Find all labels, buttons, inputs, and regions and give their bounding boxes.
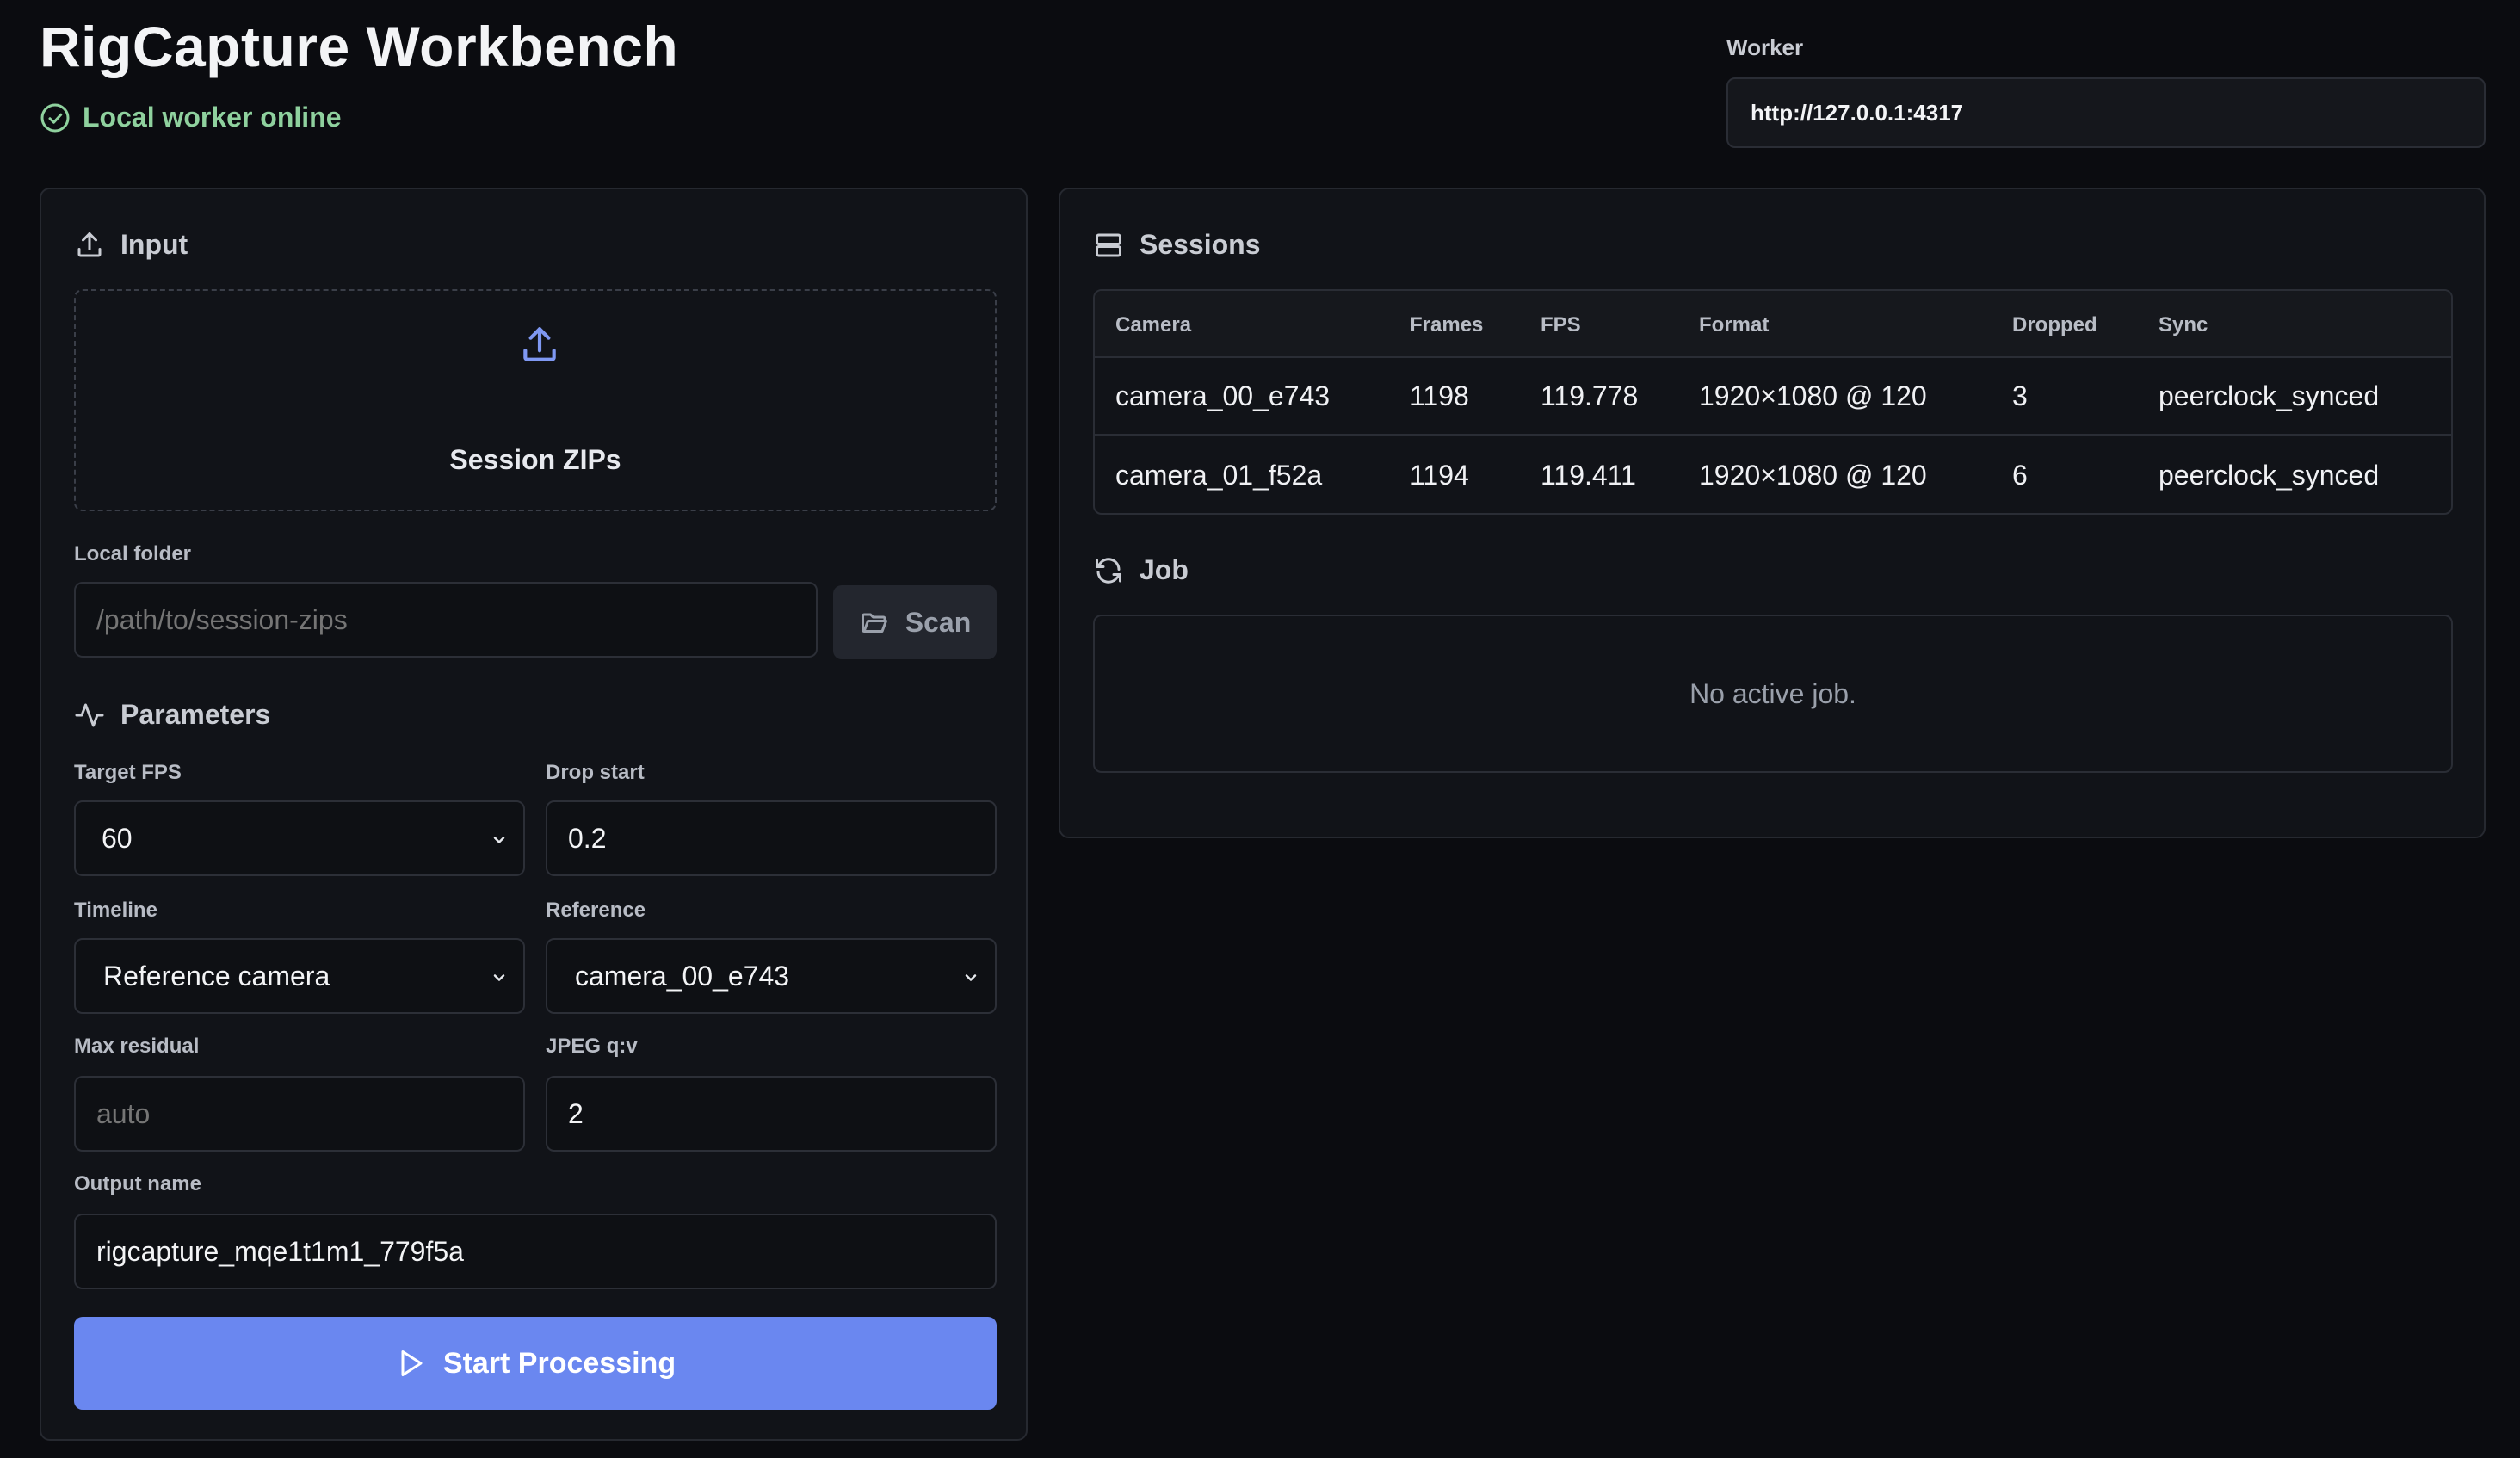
cell-camera: camera_01_f52a	[1115, 460, 1323, 491]
parameters-heading-label: Parameters	[120, 699, 271, 730]
cell-frames: 1198	[1410, 380, 1469, 411]
sessions-table: Camera Frames FPS Format Dropped Sync ca…	[1093, 289, 2453, 515]
jpeg-qv-label: JPEG q:v	[546, 1035, 638, 1058]
worker-url-input[interactable]	[1726, 77, 2486, 148]
sessions-heading-label: Sessions	[1140, 229, 1261, 260]
column-header-camera[interactable]: Camera	[1115, 313, 1191, 337]
app-root: RigCapture Workbench Local worker online…	[0, 0, 2520, 1458]
cell-sync: peerclock_synced	[2159, 460, 2380, 491]
target-fps-value: 60	[102, 822, 133, 854]
timeline-label: Timeline	[74, 899, 158, 922]
scan-button[interactable]: Scan	[833, 585, 997, 659]
timeline-value: Reference camera	[103, 960, 330, 992]
chevron-down-icon	[493, 837, 505, 843]
column-header-format[interactable]: Format	[1699, 313, 1769, 337]
play-icon	[401, 1350, 423, 1376]
output-name-input[interactable]	[74, 1214, 997, 1289]
cell-fps: 119.778	[1541, 380, 1639, 411]
column-header-frames[interactable]: Frames	[1410, 313, 1483, 337]
folder-open-icon	[861, 613, 887, 633]
cell-frames: 1194	[1410, 460, 1469, 491]
sessions-heading: Sessions	[1093, 229, 1261, 261]
sessions-panel: Sessions Camera Frames FPS Format Droppe…	[1059, 188, 2486, 838]
column-header-fps[interactable]: FPS	[1541, 313, 1581, 337]
timeline-select[interactable]: Reference camera	[74, 938, 525, 1014]
job-heading: Job	[1093, 554, 1189, 586]
max-residual-label: Max residual	[74, 1035, 200, 1058]
chevron-down-icon	[493, 974, 505, 981]
activity-icon	[75, 703, 104, 726]
local-folder-input[interactable]	[74, 582, 818, 658]
job-status-box: No active job.	[1093, 615, 2453, 773]
target-fps-select[interactable]: 60	[74, 800, 525, 876]
chevron-down-icon	[965, 974, 977, 981]
input-heading: Input	[74, 229, 188, 261]
start-processing-button[interactable]: Start Processing	[74, 1317, 997, 1410]
jpeg-qv-input[interactable]	[546, 1076, 997, 1152]
table-row[interactable]: camera_00_e743 1198 119.778 1920×1080 @ …	[1095, 358, 2451, 436]
upload-icon	[523, 327, 556, 361]
max-residual-input[interactable]	[74, 1076, 525, 1152]
local-folder-label: Local folder	[74, 542, 192, 565]
target-fps-label: Target FPS	[74, 761, 182, 784]
output-name-label: Output name	[74, 1172, 201, 1195]
upload-icon	[77, 232, 102, 256]
column-header-dropped[interactable]: Dropped	[2012, 313, 2097, 337]
job-heading-label: Job	[1140, 554, 1189, 585]
job-empty-text: No active job.	[1689, 677, 1856, 709]
reference-select[interactable]: camera_00_e743	[546, 938, 997, 1014]
server-icon	[1096, 233, 1121, 256]
page-title: RigCapture Workbench	[40, 15, 679, 78]
sessions-table-header: Camera Frames FPS Format Dropped Sync	[1095, 291, 2451, 358]
worker-status: Local worker online	[40, 102, 342, 133]
cell-sync: peerclock_synced	[2159, 380, 2380, 411]
start-processing-label: Start Processing	[442, 1346, 676, 1380]
drop-start-label: Drop start	[546, 761, 645, 784]
worker-status-text: Local worker online	[83, 102, 342, 133]
session-zip-dropzone[interactable]: Session ZIPs	[74, 289, 997, 511]
scan-button-label: Scan	[905, 606, 972, 638]
table-row[interactable]: camera_01_f52a 1194 119.411 1920×1080 @ …	[1095, 437, 2451, 513]
column-header-sync[interactable]: Sync	[2159, 313, 2208, 337]
dropzone-label: Session ZIPs	[449, 444, 621, 475]
parameters-heading: Parameters	[74, 699, 270, 731]
check-circle-icon	[40, 103, 70, 132]
input-panel: Input Session ZIPs Local folder Scan Par…	[40, 188, 1028, 1441]
cell-format: 1920×1080 @ 120	[1699, 380, 1927, 411]
drop-start-input[interactable]	[546, 800, 997, 876]
cell-fps: 119.411	[1541, 460, 1636, 491]
reference-label: Reference	[546, 899, 646, 922]
cell-camera: camera_00_e743	[1115, 380, 1331, 411]
cell-dropped: 3	[2012, 380, 2028, 411]
cell-dropped: 6	[2012, 460, 2028, 491]
refresh-icon	[1096, 557, 1121, 584]
reference-value: camera_00_e743	[575, 960, 790, 992]
input-heading-label: Input	[120, 229, 188, 260]
worker-label: Worker	[1726, 34, 1804, 60]
cell-format: 1920×1080 @ 120	[1699, 460, 1927, 491]
